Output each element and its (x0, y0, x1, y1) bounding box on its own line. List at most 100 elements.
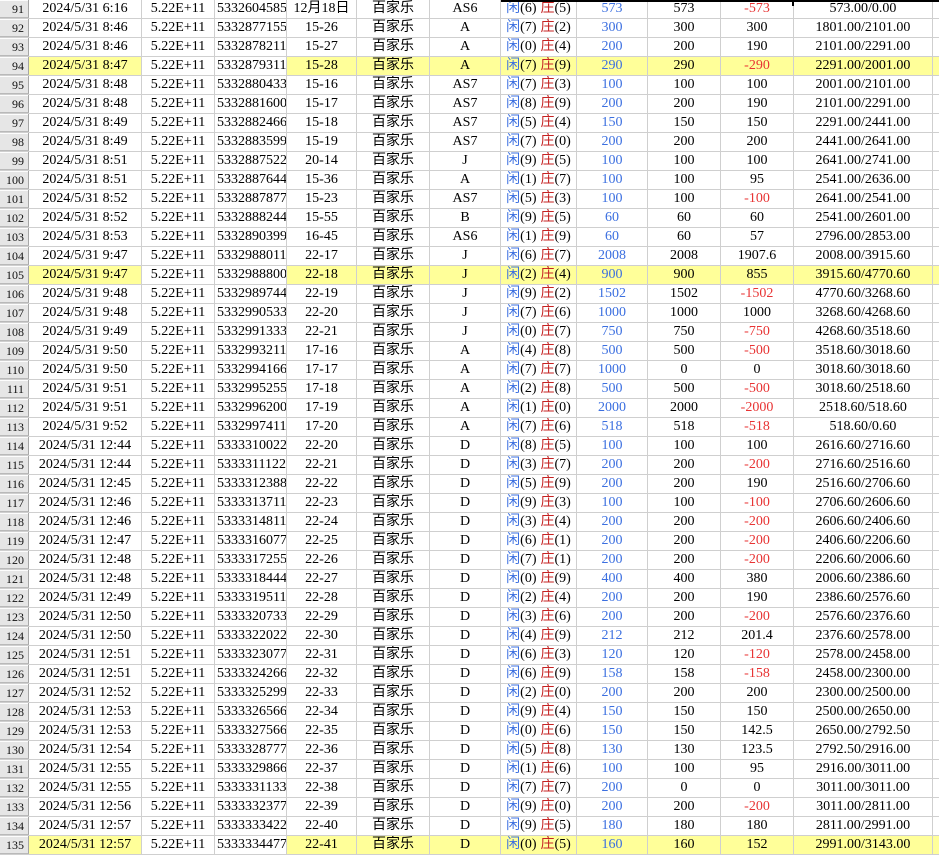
cell-win-loss[interactable]: -518 (721, 418, 794, 436)
cell-bet-amount[interactable]: 200 (577, 513, 648, 531)
cell-account[interactable]: 5332988800 (215, 266, 287, 284)
cell-win-loss[interactable]: 95 (721, 760, 794, 778)
cell-next-column[interactable] (933, 399, 939, 417)
cell-game-name[interactable]: 百家乐 (357, 627, 430, 645)
cell-next-column[interactable] (933, 57, 939, 75)
cell-game-name[interactable]: 百家乐 (357, 247, 430, 265)
cell-balance[interactable]: 2206.60/2006.60 (794, 551, 933, 569)
cell-game-name[interactable]: 百家乐 (357, 779, 430, 797)
cell-result[interactable]: 闲(3)庄(4) (501, 513, 577, 531)
row-header[interactable]: 126 (0, 665, 29, 683)
cell-account[interactable]: 5332989744 (215, 285, 287, 303)
cell-sci-id[interactable]: 5.22E+11 (142, 76, 215, 94)
cell-next-column[interactable] (933, 722, 939, 740)
cell-account[interactable]: 5333325299 (215, 684, 287, 702)
cell-time[interactable]: 2024/5/31 9:47 (29, 266, 142, 284)
cell-game-type[interactable]: D (430, 646, 501, 664)
cell-table-round[interactable]: 17-18 (287, 380, 357, 398)
cell-win-loss[interactable]: 60 (721, 209, 794, 227)
cell-next-column[interactable] (933, 418, 939, 436)
cell-win-loss[interactable]: 57 (721, 228, 794, 246)
cell-sci-id[interactable]: 5.22E+11 (142, 323, 215, 341)
cell-account[interactable]: 5332880433 (215, 76, 287, 94)
cell-valid-amount[interactable]: 900 (648, 266, 721, 284)
cell-balance[interactable]: 2386.60/2576.60 (794, 589, 933, 607)
cell-game-type[interactable]: D (430, 722, 501, 740)
cell-table-round[interactable]: 22-26 (287, 551, 357, 569)
cell-result[interactable]: 闲(3)庄(7) (501, 456, 577, 474)
cell-table-round[interactable]: 22-17 (287, 247, 357, 265)
cell-sci-id[interactable]: 5.22E+11 (142, 817, 215, 835)
cell-account[interactable]: 5333313711 (215, 494, 287, 512)
cell-account[interactable]: 5332887522 (215, 152, 287, 170)
cell-win-loss[interactable]: -290 (721, 57, 794, 75)
row-header[interactable]: 91 (0, 0, 29, 18)
cell-balance[interactable]: 2606.60/2406.60 (794, 513, 933, 531)
cell-game-type[interactable]: A (430, 19, 501, 37)
cell-next-column[interactable] (933, 114, 939, 132)
cell-table-round[interactable]: 15-26 (287, 19, 357, 37)
cell-next-column[interactable] (933, 494, 939, 512)
cell-next-column[interactable] (933, 323, 939, 341)
cell-win-loss[interactable]: 95 (721, 171, 794, 189)
cell-account[interactable]: 5333332377 (215, 798, 287, 816)
cell-game-type[interactable]: D (430, 494, 501, 512)
cell-game-name[interactable]: 百家乐 (357, 0, 430, 18)
cell-bet-amount[interactable]: 100 (577, 171, 648, 189)
cell-sci-id[interactable]: 5.22E+11 (142, 38, 215, 56)
cell-result[interactable]: 闲(4)庄(8) (501, 342, 577, 360)
cell-valid-amount[interactable]: 200 (648, 95, 721, 113)
cell-result[interactable]: 闲(7)庄(0) (501, 133, 577, 151)
cell-game-type[interactable]: A (430, 342, 501, 360)
cell-time[interactable]: 2024/5/31 12:50 (29, 608, 142, 626)
cell-next-column[interactable] (933, 437, 939, 455)
cell-account[interactable]: 5332877155 (215, 19, 287, 37)
cell-result[interactable]: 闲(7)庄(1) (501, 551, 577, 569)
cell-account[interactable]: 5332988011 (215, 247, 287, 265)
cell-time[interactable]: 2024/5/31 6:16 (29, 0, 142, 18)
cell-time[interactable]: 2024/5/31 12:55 (29, 760, 142, 778)
row-header[interactable]: 92 (0, 19, 29, 37)
cell-win-loss[interactable]: 1000 (721, 304, 794, 322)
cell-next-column[interactable] (933, 38, 939, 56)
cell-balance[interactable]: 2518.60/518.60 (794, 399, 933, 417)
cell-bet-amount[interactable]: 200 (577, 551, 648, 569)
cell-valid-amount[interactable]: 200 (648, 456, 721, 474)
cell-sci-id[interactable]: 5.22E+11 (142, 494, 215, 512)
cell-sci-id[interactable]: 5.22E+11 (142, 304, 215, 322)
cell-game-name[interactable]: 百家乐 (357, 532, 430, 550)
cell-bet-amount[interactable]: 100 (577, 190, 648, 208)
cell-account[interactable]: 5333326566 (215, 703, 287, 721)
cell-game-name[interactable]: 百家乐 (357, 38, 430, 56)
cell-time[interactable]: 2024/5/31 8:52 (29, 190, 142, 208)
cell-account[interactable]: 5333322022 (215, 627, 287, 645)
cell-table-round[interactable]: 22-23 (287, 494, 357, 512)
cell-win-loss[interactable]: -200 (721, 456, 794, 474)
cell-next-column[interactable] (933, 836, 939, 854)
cell-result[interactable]: 闲(2)庄(8) (501, 380, 577, 398)
cell-valid-amount[interactable]: 1502 (648, 285, 721, 303)
cell-table-round[interactable]: 22-25 (287, 532, 357, 550)
cell-bet-amount[interactable]: 200 (577, 456, 648, 474)
cell-game-type[interactable]: J (430, 152, 501, 170)
cell-valid-amount[interactable]: 200 (648, 589, 721, 607)
cell-game-type[interactable]: D (430, 741, 501, 759)
cell-sci-id[interactable]: 5.22E+11 (142, 684, 215, 702)
cell-game-name[interactable]: 百家乐 (357, 114, 430, 132)
cell-balance[interactable]: 3018.60/2518.60 (794, 380, 933, 398)
cell-result[interactable]: 闲(5)庄(3) (501, 190, 577, 208)
cell-sci-id[interactable]: 5.22E+11 (142, 152, 215, 170)
cell-bet-amount[interactable]: 1502 (577, 285, 648, 303)
cell-account[interactable]: 5332883599 (215, 133, 287, 151)
row-header[interactable]: 125 (0, 646, 29, 664)
cell-balance[interactable]: 2650.00/2792.50 (794, 722, 933, 740)
cell-game-name[interactable]: 百家乐 (357, 171, 430, 189)
cell-next-column[interactable] (933, 646, 939, 664)
row-header[interactable]: 134 (0, 817, 29, 835)
cell-balance[interactable]: 2576.60/2376.60 (794, 608, 933, 626)
cell-game-type[interactable]: J (430, 247, 501, 265)
cell-sci-id[interactable]: 5.22E+11 (142, 171, 215, 189)
cell-game-name[interactable]: 百家乐 (357, 513, 430, 531)
cell-time[interactable]: 2024/5/31 12:46 (29, 494, 142, 512)
cell-account[interactable]: 5333318444 (215, 570, 287, 588)
